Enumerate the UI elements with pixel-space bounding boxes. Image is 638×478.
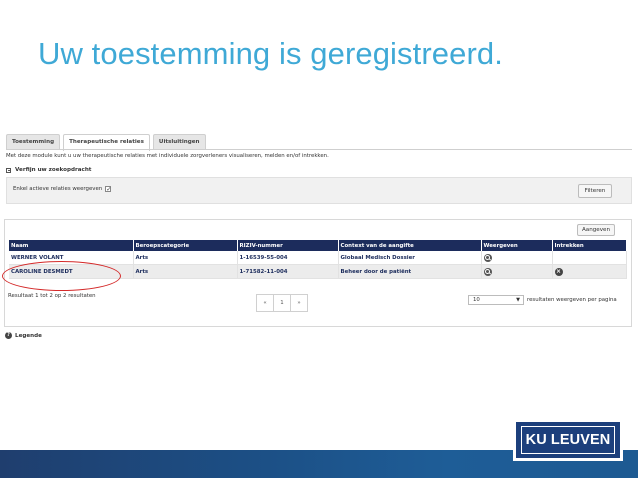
filter-button[interactable]: Filteren	[578, 184, 612, 198]
add-relation-button[interactable]: Aangeven	[577, 224, 615, 236]
cell-view	[481, 264, 553, 279]
ku-leuven-logo: KU LEUVEN	[513, 419, 623, 461]
per-page-label: resultaten weergeven per pagina	[527, 297, 617, 303]
slide-title: Uw toestemming is geregistreerd.	[38, 36, 503, 71]
legend-label: Legende	[15, 332, 42, 339]
legend-toggle[interactable]: ? Legende	[5, 332, 42, 339]
pagination: « 1 »	[256, 294, 308, 312]
close-circle-icon[interactable]: ×	[554, 267, 563, 276]
tab-divider	[6, 149, 632, 150]
active-relations-checkbox[interactable]: ✓	[105, 186, 111, 193]
help-icon: ?	[5, 332, 12, 339]
per-page-value: 10	[473, 297, 480, 303]
collapse-icon	[6, 167, 11, 173]
filter-panel: Enkel actieve relaties weergeven ✓	[6, 177, 632, 204]
logo-text: KU LEUVEN	[521, 426, 615, 454]
column-header-naam[interactable]: Naam	[9, 240, 134, 251]
cell-category: Arts	[133, 251, 238, 265]
active-relations-label: Enkel actieve relaties weergeven	[13, 186, 103, 192]
cell-riziv: 1-16539-55-004	[237, 251, 339, 265]
pagination-prev[interactable]: «	[256, 294, 274, 312]
magnifier-icon[interactable]	[483, 267, 492, 276]
cell-category: Arts	[133, 264, 238, 279]
intro-text: Met deze module kunt u uw therapeutische…	[6, 153, 329, 159]
cell-context: Globaal Medisch Dossier	[338, 251, 482, 265]
table-header-row: Naam Beroepscategorie RIZIV-nummer Conte…	[9, 240, 627, 251]
highlight-ellipse	[2, 261, 121, 291]
cell-revoke	[552, 251, 627, 265]
per-page-select[interactable]: 10 ▼	[468, 295, 524, 305]
column-header-weergeven: Weergeven	[481, 240, 553, 251]
pagination-next[interactable]: »	[290, 294, 308, 312]
active-relations-filter: Enkel actieve relaties weergeven ✓	[13, 186, 111, 193]
cell-view	[481, 251, 553, 265]
table-row: WERNER VOLANT Arts 1-16539-55-004 Globaa…	[9, 251, 627, 265]
refine-search-header: Verfijn uw zoekopdracht	[15, 167, 92, 173]
cell-riziv: 1-71582-11-004	[237, 264, 339, 279]
tab-bar: Toestemming Therapeutische relaties Uits…	[6, 134, 206, 151]
magnifier-icon[interactable]	[483, 253, 492, 262]
column-header-intrekken: Intrekken	[552, 240, 627, 251]
result-count: Resultaat 1 tot 2 op 2 resultaten	[8, 293, 96, 299]
chevron-down-icon: ▼	[516, 297, 520, 303]
tab-toestemming[interactable]: Toestemming	[6, 134, 61, 150]
cell-revoke: ×	[552, 264, 627, 279]
refine-search-toggle[interactable]: Verfijn uw zoekopdracht	[6, 167, 92, 173]
column-header-riziv[interactable]: RIZIV-nummer	[237, 240, 339, 251]
pagination-page[interactable]: 1	[273, 294, 291, 312]
column-header-beroepscategorie[interactable]: Beroepscategorie	[133, 240, 238, 251]
cell-context: Beheer door de patiënt	[338, 264, 482, 279]
tab-uitsluitingen[interactable]: Uitsluitingen	[152, 134, 206, 150]
column-header-context[interactable]: Context van de aangifte	[338, 240, 482, 251]
